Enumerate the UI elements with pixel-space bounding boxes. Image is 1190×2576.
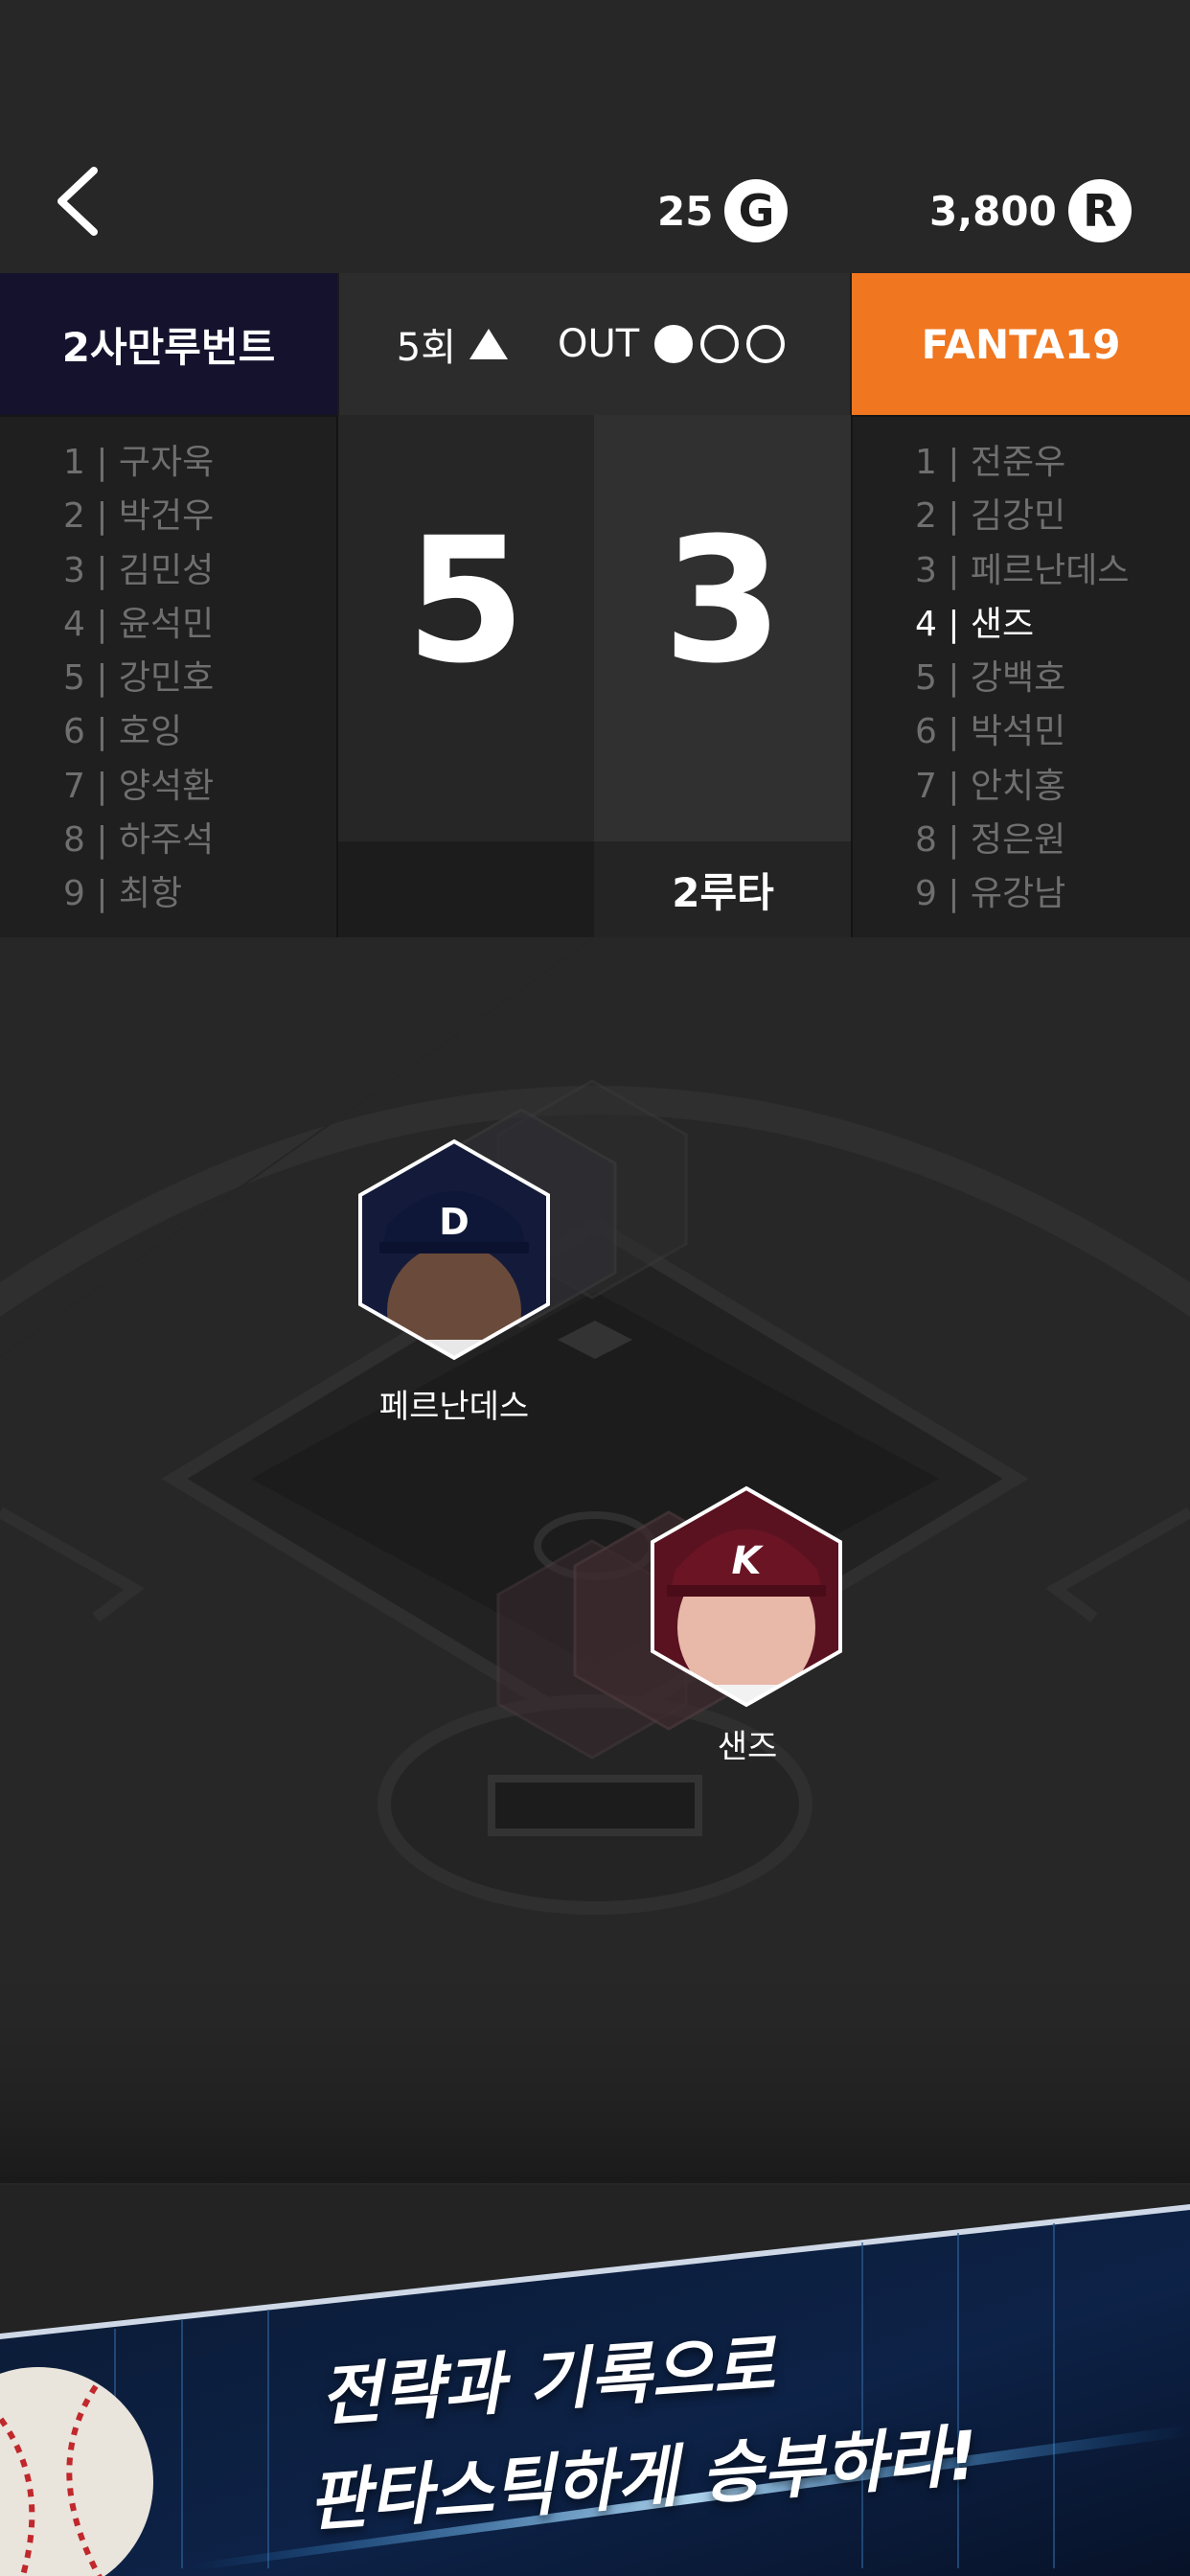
lineup-left-item: 6 | 호잉	[63, 712, 183, 752]
game-status: 5회 OUT	[337, 273, 852, 415]
player-bottom-cap-letter: K	[732, 1539, 765, 1583]
team-right-header: FANTA19	[852, 273, 1190, 415]
lineup-left-item: 8 | 하주석	[63, 820, 215, 861]
lineup-left-item: 2 | 박건우	[63, 496, 215, 537]
score-right: 3	[662, 501, 784, 702]
back-button[interactable]	[50, 163, 126, 249]
play-result-left	[337, 841, 594, 937]
lineup-right-item: 5 | 강백호	[915, 658, 1066, 699]
divider	[851, 415, 853, 937]
play-result-label: 2루타	[672, 868, 774, 916]
ruby-balance[interactable]: 3,800 R	[929, 177, 1132, 244]
lineup-right-item: 8 | 정은원	[915, 820, 1066, 861]
out-indicator-3	[746, 325, 786, 363]
divider	[336, 415, 338, 937]
out-label: OUT	[558, 322, 640, 366]
ruby-coin-icon: R	[1067, 179, 1132, 242]
out-indicator-1	[654, 325, 694, 363]
lineup-left: 1 | 구자욱 2 | 박건우 3 | 김민성 4 | 윤석민 5 | 강민호 …	[63, 436, 379, 922]
gold-balance[interactable]: 25 G	[657, 177, 789, 244]
team-left-header: 2사만루번트	[0, 273, 337, 415]
team-left-name: 2사만루번트	[61, 323, 276, 371]
lineup-left-item: 5 | 강민호	[63, 658, 215, 699]
player-top-cap-letter: D	[439, 1201, 469, 1243]
lineup-right-item: 3 | 페르난데스	[915, 550, 1130, 590]
player-bottom-name[interactable]: 샌즈	[652, 1720, 843, 1767]
ruby-count: 3,800	[929, 187, 1057, 235]
lineup-right: 1 | 전준우 2 | 김강민 3 | 페르난데스 4 | 샌즈 5 | 강백호…	[915, 436, 1190, 922]
lineup-right-item: 1 | 전준우	[915, 443, 1066, 482]
lineup-right-item: 9 | 유강남	[915, 874, 1066, 914]
lineup-right-item: 6 | 박석민	[915, 712, 1066, 752]
play-result-right: 2루타	[594, 841, 852, 937]
lineup-left-item: 1 | 구자욱	[63, 443, 215, 482]
team-right-name: FANTA19	[921, 320, 1121, 368]
gold-count: 25	[657, 187, 714, 235]
score-left: 5	[405, 501, 526, 702]
out-indicator-2	[700, 325, 740, 363]
chevron-left-icon	[57, 167, 98, 236]
lineup-left-item: 9 | 최항	[63, 874, 183, 914]
player-top-name[interactable]: 페르난데스	[358, 1380, 550, 1427]
lineup-left-item: 3 | 김민성	[63, 550, 215, 590]
top-inning-arrow-icon	[469, 329, 509, 359]
lineup-right-item: 2 | 김강민	[915, 496, 1066, 537]
lineup-right-item: 7 | 안치홍	[915, 766, 1066, 806]
inning-label: 5회	[396, 326, 457, 370]
lineup-left-item: 4 | 윤석민	[63, 604, 215, 644]
baseball-field: D K	[0, 937, 1190, 2183]
lineup-left-item: 7 | 양석환	[63, 766, 215, 806]
lineup-right-item-current-batter: 4 | 샌즈	[915, 604, 1035, 644]
gold-coin-icon: G	[724, 179, 789, 242]
